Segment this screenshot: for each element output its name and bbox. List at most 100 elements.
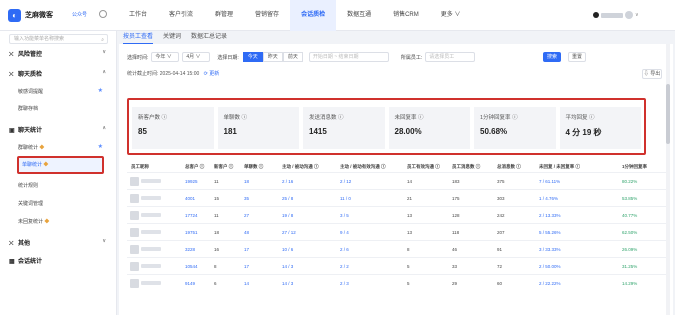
sidebar-item-group-archive[interactable]: 群聊存档 [18,105,108,112]
cell-active-passive-valid[interactable]: 3 / 5 [340,213,349,218]
col-staff-messages[interactable]: 员工消息数 ⓘ [452,164,480,170]
sidebar-item-single-stats[interactable]: 单聊统计 ◆ [17,156,104,174]
avatar[interactable] [625,11,633,19]
nav-item-crm[interactable]: 销售CRM [382,0,430,31]
cell-unreplied[interactable]: 1 / 4.76% [539,196,558,201]
cell-active-passive-valid[interactable]: 2 / 12 [340,179,351,184]
cell-1min-reply: 31.25% [622,264,638,269]
chevron-down-icon: ∨ [102,238,106,244]
sidebar-item-stat-rules[interactable]: 统计规则 [18,182,108,189]
col-staff-valid[interactable]: 员工有效沟通 ⓘ [407,164,440,170]
cell-active-passive[interactable]: 27 / 12 [282,230,296,235]
stats-panel: 选择时间: 今年 ∨ 4月 ∨ 选择日期: 今天 昨天 前天 开始日期 ~ 结束… [119,44,673,315]
sidebar-item-keyword-manage[interactable]: 关键词管理 [18,200,108,207]
col-new-customers[interactable]: 新客户 ⓘ [214,164,233,170]
cell-active-passive-valid[interactable]: 9 / 4 [340,230,349,235]
tab-summary-records[interactable]: 数据汇总记录 [191,31,227,44]
yesterday-button[interactable]: 昨天 [262,52,283,62]
cell-unreplied[interactable]: 2 / 50.00% [539,264,561,269]
cell-unreplied[interactable]: 2 / 22.22% [539,281,561,286]
cell-single-chats[interactable]: 17 [244,264,249,269]
nav-item-data[interactable]: 数据互通 [336,0,382,31]
chevron-up-icon: ∧ [102,69,106,75]
cell-active-passive-valid[interactable]: 11 / 0 [340,196,351,201]
sidebar-group-chat-stats[interactable]: ▣ 聊天统计 ∧ [9,125,108,134]
menu-search-input[interactable]: 输入功能菜单名称搜索 ⌕ [9,34,108,44]
cell-single-chats[interactable]: 17 [244,247,249,252]
cell-single-chats[interactable]: 14 [244,281,249,286]
cell-total-customers[interactable]: 3228 [185,247,195,252]
cell-active-passive-valid[interactable]: 2 / 2 [340,264,349,269]
cell-active-passive[interactable]: 2 / 16 [282,179,293,184]
cell-staff-messages: 118 [452,230,460,235]
before-yesterday-button[interactable]: 前天 [282,52,303,62]
cell-total-messages: 91 [497,247,503,252]
clock-icon[interactable] [99,10,107,18]
nav-item-chat-qc[interactable]: 会话质检 [290,0,337,31]
refresh-link[interactable]: ⟳ 更新 [204,71,220,77]
staff-name-blur [141,179,161,183]
nav-item-marketing[interactable]: 营销留存 [244,0,290,31]
star-icon[interactable]: ★ [98,143,103,150]
cell-total-messages: 60 [497,281,503,286]
sidebar-item-unreplied-stats[interactable]: 未回复统计 ◆ [18,218,108,225]
cell-active-passive[interactable]: 10 / 6 [282,247,293,252]
col-total-messages[interactable]: 总消息数 ⓘ [497,164,521,170]
cell-total-customers[interactable]: 4001 [185,196,195,201]
col-1min-reply[interactable]: 1分钟回复率 [622,164,647,170]
col-unreplied[interactable]: 未回复 / 未回复率 ⓘ [539,164,580,170]
sidebar-group-session-stats[interactable]: ▦ 会话统计 [9,256,108,265]
col-total-customers[interactable]: 总客户 ⓘ [185,164,204,170]
search-button[interactable]: 搜索 [543,52,561,62]
year-select[interactable]: 今年 ∨ [151,52,180,62]
cell-active-passive[interactable]: 14 / 3 [282,264,293,269]
cell-unreplied[interactable]: 2 / 13.33% [539,213,561,218]
cell-total-customers[interactable]: 19925 [185,179,198,184]
nav-item-workbench[interactable]: 工作台 [118,0,158,31]
scrollbar-thumb[interactable] [666,84,670,144]
sidebar-group-risk[interactable]: ⛌ 风险管控 ∨ [9,49,108,59]
scrollbar[interactable] [666,44,670,315]
cell-total-customers[interactable]: 10544 [185,264,198,269]
reset-button[interactable]: 重置 [568,52,586,62]
sidebar-item-group-stats[interactable]: 群聊统计 ◆ ★ [18,144,108,151]
col-active-passive[interactable]: 主动 / 被动沟通 ⓘ [282,164,319,170]
nav-item-group[interactable]: 群管理 [204,0,244,31]
sidebar-group-chat-qc[interactable]: ⛌ 聊天质检 ∧ [9,69,108,79]
user-menu[interactable]: ∨ [593,11,639,19]
cell-unreplied[interactable]: 5 / 55.26% [539,230,561,235]
tab-by-staff[interactable]: 按员工查看 [123,31,154,44]
sidebar-group-other[interactable]: ⛌ 其他 ∨ [9,238,108,248]
cell-active-passive[interactable]: 19 / 8 [282,213,293,218]
cell-active-passive[interactable]: 14 / 3 [282,281,293,286]
cell-active-passive-valid[interactable]: 2 / 3 [340,281,349,286]
date-range-input[interactable]: 开始日期 ~ 结束日期 [308,52,389,62]
tab-keywords[interactable]: 关键词 [163,31,181,44]
cell-single-chats[interactable]: 35 [244,196,249,201]
nav-item-more[interactable]: 更多 ∨ [430,0,472,31]
cell-unreplied[interactable]: 7 / 61.11% [539,179,560,184]
version-badge[interactable]: 公众号 [72,11,87,18]
col-single-chats[interactable]: 单聊数 ⓘ [244,164,263,170]
cell-active-passive[interactable]: 25 / 8 [282,196,293,201]
cell-total-customers[interactable]: 9149 [185,281,195,286]
cell-single-chats[interactable]: 27 [244,213,249,218]
staff-select[interactable]: 请选择员工 [425,52,476,62]
cell-single-chats[interactable]: 48 [244,230,249,235]
star-icon[interactable]: ★ [98,87,103,94]
cell-total-customers[interactable]: 19751 [185,230,198,235]
cell-single-chats[interactable]: 18 [244,179,249,184]
cell-active-passive-valid[interactable]: 2 / 6 [340,247,349,252]
sidebar-item-sensitive-words[interactable]: 敏感词提醒 ★ [18,88,108,95]
cell-unreplied[interactable]: 3 / 33.33% [539,247,561,252]
nav-item-customer[interactable]: 客户引流 [158,0,204,31]
vip-icon: ◆ [39,145,45,151]
cell-1min-reply: 40.77% [622,213,638,218]
export-button[interactable]: ⇩ 导出 [642,69,662,79]
today-button[interactable]: 今天 [242,52,263,62]
col-active-passive-valid[interactable]: 主动 / 被动有效沟通 ⓘ [340,164,386,170]
table-row: 3228 16 17 10 / 6 2 / 6 8 46 91 3 / 33.33% 26.09% [127,240,667,256]
month-select[interactable]: 4月 ∨ [182,52,211,62]
card-unreplied-rate: 未回复率 ⓘ 28.00% [388,107,470,149]
cell-total-customers[interactable]: 17724 [185,213,198,218]
